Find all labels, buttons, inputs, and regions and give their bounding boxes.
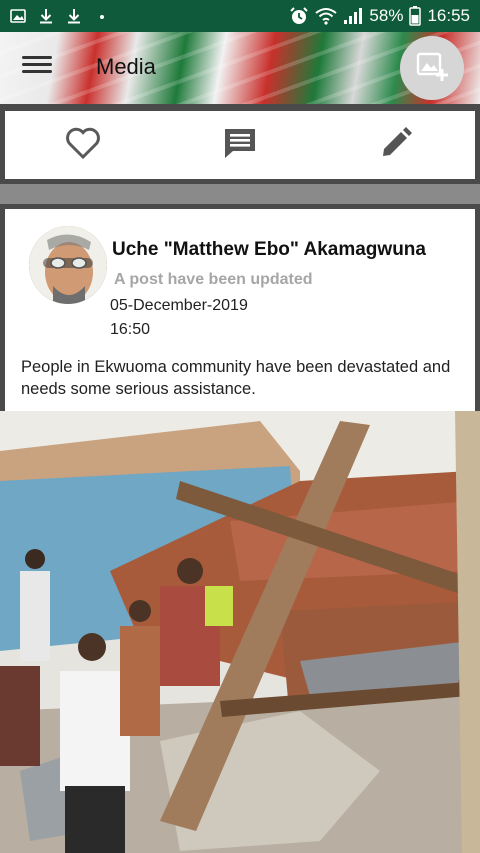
pencil-icon[interactable]	[379, 126, 415, 165]
app-bar: Media	[0, 32, 480, 104]
page-title: Media	[96, 54, 156, 79]
comment-icon[interactable]	[222, 126, 258, 165]
battery-percent: 58%	[369, 6, 404, 25]
post-time: 16:50	[110, 321, 151, 338]
post-status: A post have been updated	[114, 271, 313, 288]
status-bar: 58% 16:55	[0, 0, 480, 32]
download-icon	[38, 8, 54, 24]
image-icon	[10, 8, 26, 24]
alarm-icon	[289, 6, 309, 26]
dot-icon	[94, 8, 110, 24]
signal-icon	[343, 7, 363, 25]
download-icon	[66, 8, 82, 24]
section-divider	[0, 184, 480, 204]
post-card: Uche "Matthew Ebo" Akamagwuna A post hav…	[5, 209, 475, 411]
avatar[interactable]	[29, 226, 107, 304]
wifi-icon	[315, 7, 338, 25]
post-actions-bar	[5, 111, 475, 179]
post-date: 05-December-2019	[110, 297, 248, 314]
hamburger-menu-icon[interactable]	[22, 52, 52, 82]
battery-icon	[409, 6, 422, 26]
post-image[interactable]	[0, 411, 480, 853]
add-photo-button[interactable]	[400, 36, 464, 100]
heart-outline-icon[interactable]	[65, 126, 101, 165]
clock: 16:55	[427, 6, 470, 25]
post-text: People in Ekwuoma community have been de…	[21, 358, 451, 398]
add-photo-icon	[415, 49, 449, 88]
post-author[interactable]: Uche "Matthew Ebo" Akamagwuna	[112, 239, 426, 261]
